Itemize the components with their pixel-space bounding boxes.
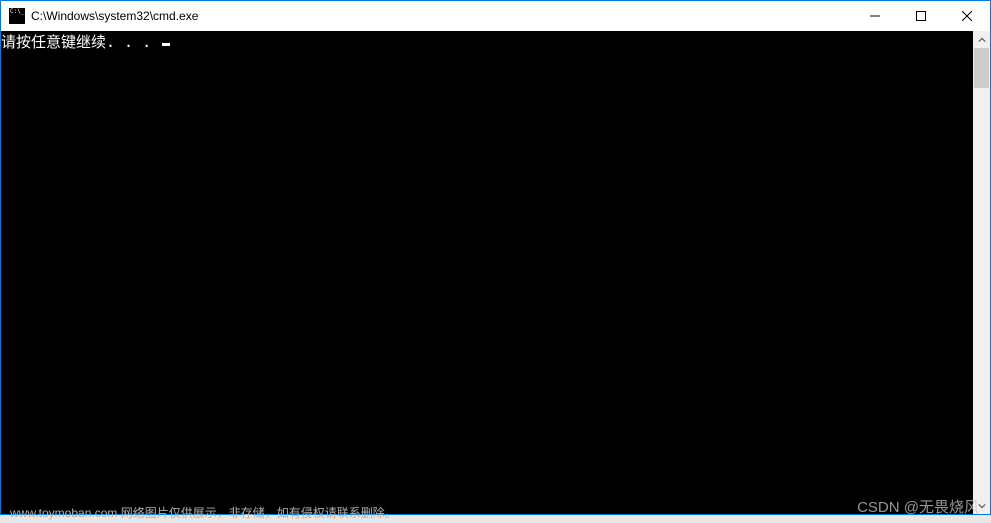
window-title: C:\Windows\system32\cmd.exe [31, 9, 198, 23]
cmd-icon [9, 8, 25, 24]
scroll-down-button[interactable] [973, 497, 990, 514]
window-controls [852, 1, 990, 31]
maximize-icon [916, 11, 926, 21]
console-output[interactable]: 请按任意键继续. . . [1, 31, 973, 514]
close-button[interactable] [944, 1, 990, 31]
scroll-thumb[interactable] [974, 48, 989, 88]
console-line: 请按任意键继续. . . [1, 33, 160, 51]
close-icon [962, 11, 972, 21]
vertical-scrollbar[interactable] [973, 31, 990, 514]
cursor [162, 43, 170, 46]
minimize-button[interactable] [852, 1, 898, 31]
chevron-down-icon [978, 502, 986, 510]
footer-caption: www.toymoban.com 网络图片仅供展示，非存储，如有侵权请联系删除。 [10, 504, 397, 521]
scroll-up-button[interactable] [973, 31, 990, 48]
maximize-button[interactable] [898, 1, 944, 31]
minimize-icon [870, 11, 880, 21]
chevron-up-icon [978, 36, 986, 44]
titlebar[interactable]: C:\Windows\system32\cmd.exe [1, 1, 990, 31]
cmd-window: C:\Windows\system32\cmd.exe 请按任意键继续. . . [0, 0, 991, 515]
content-area: 请按任意键继续. . . [1, 31, 990, 514]
